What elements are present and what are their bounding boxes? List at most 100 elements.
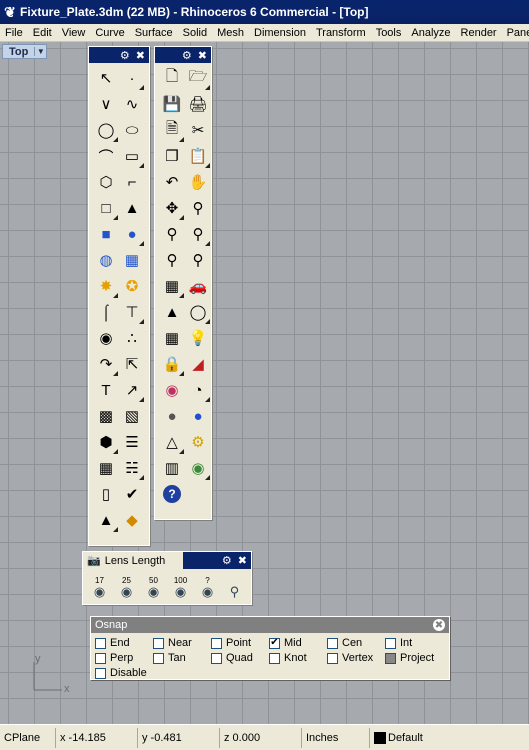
osnap-tan-checkbox[interactable]: Tan	[153, 651, 211, 665]
crop-button[interactable]: ▥	[159, 455, 185, 481]
osnap-perp-checkbox[interactable]: Perp	[95, 651, 153, 665]
curve-button[interactable]: ∿	[119, 91, 145, 117]
menu-solid[interactable]: Solid	[178, 27, 212, 39]
arc-button[interactable]: ⌒	[93, 143, 119, 169]
close-icon[interactable]: ✖	[433, 619, 445, 631]
solid-tools-button[interactable]: ⬢	[93, 429, 119, 455]
rectangle-button[interactable]: ▭	[119, 143, 145, 169]
close-icon[interactable]: ✖	[136, 49, 145, 62]
pan-hand-button[interactable]: ✋	[185, 169, 211, 195]
group-button[interactable]: ▩	[93, 403, 119, 429]
cylinder-mesh-button[interactable]: ◍	[93, 247, 119, 273]
import-button[interactable]: 🗎	[159, 117, 185, 143]
paste-button[interactable]: 📋	[185, 143, 211, 169]
menu-render[interactable]: Render	[456, 27, 502, 39]
scale-button[interactable]: ⇱	[119, 351, 145, 377]
rotate-view-button[interactable]: ✥	[159, 195, 185, 221]
explode-button[interactable]: ✸	[93, 273, 119, 299]
checkbox-icon[interactable]: ✔	[269, 637, 280, 649]
checkbox-icon[interactable]	[95, 667, 106, 679]
lens-25-button[interactable]: 25 ◉	[114, 573, 139, 599]
sphere-wire-button[interactable]: ◔	[185, 377, 211, 403]
save-button[interactable]: 💾	[159, 91, 185, 117]
extend-button[interactable]: ⊤	[119, 299, 145, 325]
checkbox-icon[interactable]	[385, 637, 396, 649]
select-arrow-button[interactable]: ↖	[93, 65, 119, 91]
display-mode-button[interactable]: ◢	[185, 351, 211, 377]
shaded-sphere-button[interactable]: ●	[159, 403, 185, 429]
open-folder-button[interactable]: 🗁	[185, 65, 211, 91]
osnap-near-checkbox[interactable]: Near	[153, 636, 211, 650]
trim-button[interactable]: ⌠	[93, 299, 119, 325]
render-button[interactable]: ◆	[119, 507, 145, 533]
extrude-surface-button[interactable]: ▲	[119, 195, 145, 221]
menu-dimension[interactable]: Dimension	[249, 27, 311, 39]
osnap-int-checkbox[interactable]: Int	[385, 636, 443, 650]
analyze-button[interactable]: ▲	[93, 507, 119, 533]
lens-custom-button[interactable]: ? ◉	[195, 573, 220, 599]
menu-tools[interactable]: Tools	[371, 27, 407, 39]
snap-button[interactable]: ◯	[185, 299, 211, 325]
gear-icon[interactable]: ⚙	[222, 554, 232, 567]
lock-button[interactable]: 🔒	[159, 351, 185, 377]
menu-edit[interactable]: Edit	[28, 27, 57, 39]
osnap-knot-checkbox[interactable]: Knot	[269, 651, 327, 665]
close-icon[interactable]: ✖	[238, 554, 247, 567]
osnap-quad-checkbox[interactable]: Quad	[211, 651, 269, 665]
menu-mesh[interactable]: Mesh	[212, 27, 249, 39]
array-grid-button[interactable]: ▦	[93, 455, 119, 481]
print-button[interactable]: 🖨	[185, 91, 211, 117]
checkbox-icon[interactable]	[95, 637, 106, 649]
chevron-down-icon[interactable]: ▼	[34, 47, 46, 56]
spotlight-button[interactable]: △	[159, 429, 185, 455]
osnap-disable-checkbox[interactable]: Disable	[95, 666, 153, 680]
rendered-sphere-button[interactable]: ●	[185, 403, 211, 429]
text-button[interactable]: T	[93, 377, 119, 403]
boolean-union-button[interactable]: ●	[119, 221, 145, 247]
boolean-button[interactable]: ◉	[93, 325, 119, 351]
help-button[interactable]: ?	[159, 481, 185, 507]
zoom-window-button[interactable]: ⚲	[159, 221, 185, 247]
align-button[interactable]: ☵	[119, 455, 145, 481]
undo-button[interactable]: ↶	[159, 169, 185, 195]
car-render-button[interactable]: 🚗	[185, 273, 211, 299]
mesh-plane-button[interactable]: ▦	[119, 247, 145, 273]
gear-icon[interactable]: ⚙	[120, 49, 130, 62]
menu-file[interactable]: File	[0, 27, 28, 39]
dimension-button[interactable]: ↗	[119, 377, 145, 403]
zoom-target-button[interactable]: ⚲	[185, 247, 211, 273]
checkbox-icon[interactable]	[327, 637, 338, 649]
fillet-curve-button[interactable]: ⌐	[119, 169, 145, 195]
viewport-tab[interactable]: Top ▼	[2, 44, 48, 59]
ellipse-button[interactable]: ⬭	[119, 117, 145, 143]
set-cplane-button[interactable]: ▲	[159, 299, 185, 325]
array-button[interactable]: ∴	[119, 325, 145, 351]
zoom-in-button[interactable]: ⚲	[185, 195, 211, 221]
four-viewports-button[interactable]: ▦	[159, 273, 185, 299]
menu-transform[interactable]: Transform	[311, 27, 371, 39]
menu-curve[interactable]: Curve	[90, 27, 129, 39]
zoom-lens-button[interactable]: ⚲	[222, 573, 247, 599]
annotation-button[interactable]: ☰	[119, 429, 145, 455]
render-preview-button[interactable]: ◉	[185, 455, 211, 481]
lens-50-button[interactable]: 50 ◉	[141, 573, 166, 599]
copy-button[interactable]: ❐	[159, 143, 185, 169]
checkbox-icon[interactable]	[153, 652, 164, 664]
viewport-tab-label[interactable]: Top	[3, 46, 34, 58]
layer-button[interactable]: ▦	[159, 325, 185, 351]
osnap-mid-checkbox[interactable]: ✔ Mid	[269, 636, 327, 650]
checkbox-icon[interactable]	[211, 637, 222, 649]
cut-scissors-button[interactable]: ✂	[185, 117, 211, 143]
osnap-cen-checkbox[interactable]: Cen	[327, 636, 385, 650]
menu-surface[interactable]: Surface	[130, 27, 178, 39]
checkbox-icon[interactable]	[211, 652, 222, 664]
check-button[interactable]: ✔	[119, 481, 145, 507]
checkbox-icon[interactable]	[153, 637, 164, 649]
surface-from-points-button[interactable]: □	[93, 195, 119, 221]
status-cplane[interactable]: CPlane	[0, 727, 56, 748]
osnap-vertex-checkbox[interactable]: Vertex	[327, 651, 385, 665]
gear-icon[interactable]: ⚙	[182, 49, 192, 62]
offset-button[interactable]: ↷	[93, 351, 119, 377]
zoom-selected-button[interactable]: ⚲	[159, 247, 185, 273]
checkbox-icon[interactable]	[269, 652, 280, 664]
